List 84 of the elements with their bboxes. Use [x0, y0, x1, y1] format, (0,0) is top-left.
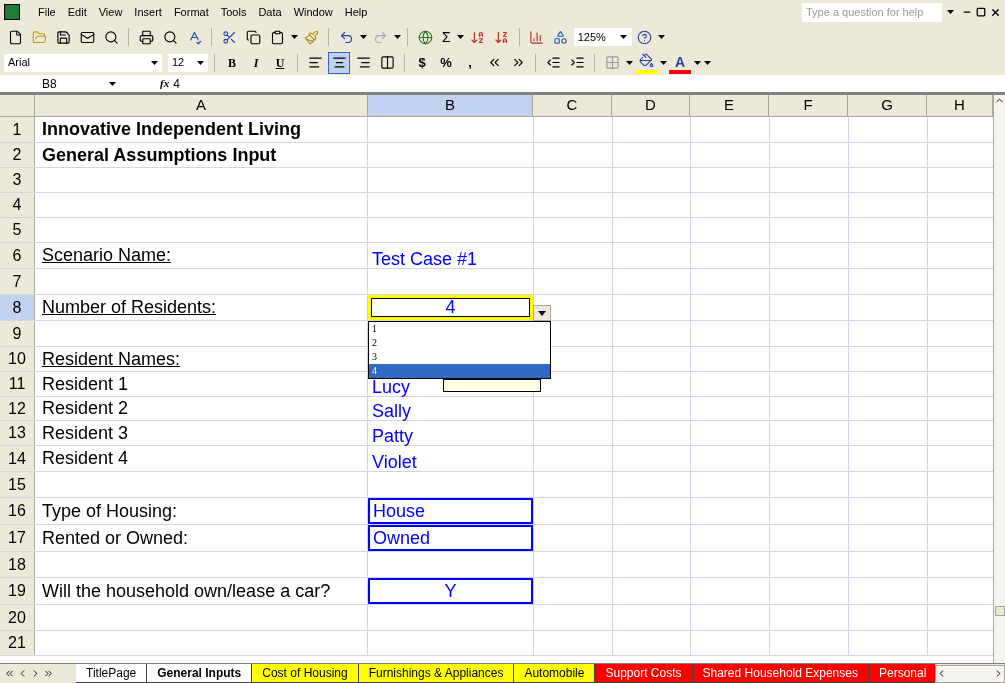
function-label[interactable]: fx	[160, 75, 170, 92]
sheet-tab[interactable]: General Inputs	[147, 664, 253, 683]
zoom-field[interactable]: 125%	[573, 28, 632, 46]
cell-text: Resident 1	[42, 372, 129, 396]
row-header[interactable]: 7	[0, 269, 35, 294]
row-header[interactable]: 13	[0, 421, 35, 445]
row-header[interactable]: 15	[0, 472, 35, 497]
row-header[interactable]: 12	[0, 397, 35, 420]
font-field[interactable]: Arial	[4, 53, 162, 72]
cell-text: Number of Residents:	[42, 296, 217, 319]
column-header[interactable]: C	[533, 95, 612, 116]
cell-text: Resident 4	[42, 447, 129, 470]
row-header[interactable]: 9	[0, 321, 35, 346]
menu-item[interactable]: Edit	[61, 2, 93, 22]
input-cell[interactable]: House	[368, 498, 533, 524]
column-header[interactable]: F	[769, 95, 848, 116]
help-search-field[interactable]: Type a question for help	[802, 2, 942, 22]
font-size-field[interactable]: 12	[168, 53, 208, 72]
row-header[interactable]: 2	[0, 143, 35, 167]
row-header[interactable]: 4	[0, 193, 35, 217]
sheet-tab[interactable]: Automobile	[514, 664, 596, 683]
cell-text: Scenario Name:	[42, 244, 172, 267]
cell-text: Innovative Independent Living	[42, 118, 302, 141]
column-header[interactable]: D	[612, 95, 690, 116]
underline-button[interactable]: U	[269, 51, 291, 74]
menu-item[interactable]: File	[32, 2, 62, 22]
row-header[interactable]: 17	[0, 525, 35, 551]
formula-field[interactable]: 4	[173, 74, 1005, 93]
column-header[interactable]: B	[368, 95, 533, 116]
dropdown-option[interactable]: 4	[369, 364, 550, 378]
row-header[interactable]: 20	[0, 605, 35, 630]
row-header[interactable]: 5	[0, 218, 35, 242]
row-header[interactable]: 16	[0, 498, 35, 524]
cell-text: Test Case #1	[371, 250, 478, 268]
sheet-tab[interactable]: Shared Household Expenses	[692, 664, 869, 683]
menu-item[interactable]: Insert	[128, 2, 168, 22]
menu-item[interactable]: Format	[167, 2, 215, 22]
column-header[interactable]: E	[690, 95, 769, 116]
name-box[interactable]: B8	[0, 75, 96, 92]
number-format-button[interactable]: $	[411, 51, 433, 74]
dropdown-option[interactable]: 2	[369, 336, 550, 350]
menu-item[interactable]: View	[92, 2, 129, 22]
dropdown-option[interactable]: 1	[369, 322, 550, 336]
cell-text: Sally	[371, 402, 411, 420]
number-format-button[interactable]: ,	[459, 51, 481, 74]
cell-text: Resident 2	[42, 397, 129, 420]
menu-item[interactable]: Window	[287, 2, 339, 22]
cell-text: Will the household own/lease a car?	[42, 579, 331, 603]
row-header[interactable]: 10	[0, 347, 35, 371]
input-cell[interactable]: Y	[368, 578, 533, 604]
number-format-button[interactable]: %	[435, 51, 457, 74]
cell-text: General Assumptions Input	[42, 143, 277, 167]
sheet-tab[interactable]: Cost of Housing	[252, 664, 359, 683]
italic-button[interactable]: I	[245, 51, 267, 74]
cell-text: Resident Names:	[42, 347, 181, 371]
input-cell[interactable]: Owned	[368, 525, 533, 551]
dropdown-option[interactable]: 3	[369, 350, 550, 364]
cell-text: Resident 3	[42, 421, 129, 445]
sheet-tab[interactable]: Furnishings & Appliances	[358, 664, 515, 683]
active-cell[interactable]: 4	[368, 295, 533, 320]
autosum-button[interactable]: Σ	[438, 26, 455, 48]
row-header[interactable]: 1	[0, 117, 35, 142]
cell-text: Violet	[371, 453, 417, 471]
row-header[interactable]: 19	[0, 578, 35, 604]
column-header[interactable]: G	[848, 95, 927, 116]
menu-item[interactable]: Data	[252, 2, 288, 22]
menu-item[interactable]: Tools	[214, 2, 253, 22]
cell-text: Patty	[371, 427, 414, 445]
row-header[interactable]: 3	[0, 168, 35, 192]
row-header[interactable]: 14	[0, 446, 35, 471]
row-header[interactable]: 21	[0, 631, 35, 655]
menu-item[interactable]: Help	[338, 2, 374, 22]
cell-text: Rented or Owned:	[42, 526, 189, 550]
row-header[interactable]: 8	[0, 295, 35, 320]
sheet-tab[interactable]: TitlePage	[76, 664, 148, 683]
dropdown-list[interactable]: 1 2 3 4	[368, 321, 551, 379]
row-header[interactable]: 11	[0, 372, 35, 396]
cell-text: Type of Housing:	[42, 499, 178, 523]
row-header[interactable]: 6	[0, 243, 35, 268]
bold-button[interactable]: B	[221, 51, 243, 74]
row-header[interactable]: 18	[0, 552, 35, 577]
cell-text: Lucy	[371, 378, 411, 396]
sheet-tab[interactable]: Personal	[868, 664, 935, 683]
sheet-tab[interactable]: Support Costs	[595, 664, 693, 683]
